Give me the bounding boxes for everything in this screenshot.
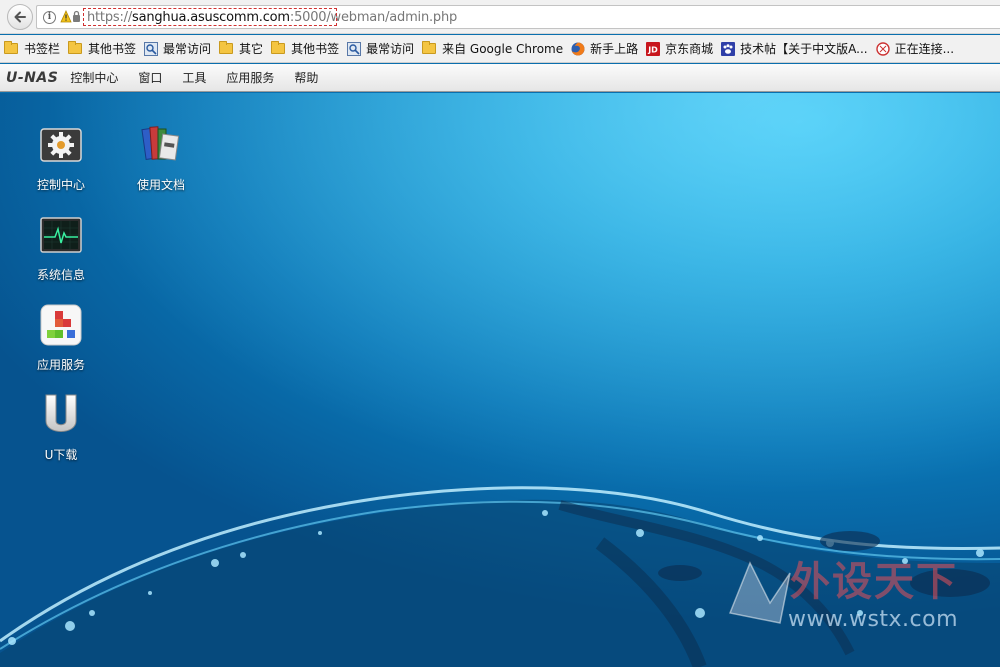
bookmark-label: 正在连接... bbox=[894, 42, 955, 56]
desktop-icon-system-info[interactable]: 系统信息 bbox=[21, 213, 101, 283]
menu-app-service[interactable]: 应用服务 bbox=[226, 69, 274, 86]
activity-monitor-icon bbox=[40, 217, 82, 253]
bookmark-label: 新手上路 bbox=[590, 42, 639, 56]
desktop-icon-control-center[interactable]: 控制中心 bbox=[21, 123, 101, 193]
site-info-icon[interactable]: i bbox=[43, 11, 56, 24]
menu-window[interactable]: 窗口 bbox=[138, 69, 162, 86]
menu-control-center[interactable]: 控制中心 bbox=[70, 69, 118, 86]
bookmark-item[interactable]: 其他书签 bbox=[271, 40, 339, 57]
back-arrow-icon bbox=[14, 11, 26, 23]
bookmark-label: 最常访问 bbox=[163, 42, 212, 56]
bookmark-label: 来自 Google Chrome bbox=[442, 42, 564, 56]
app-logo: U-NAS bbox=[6, 69, 59, 86]
bookmark-item[interactable]: 最常访问 bbox=[347, 40, 414, 57]
bookmark-item[interactable]: 其它 bbox=[219, 40, 263, 57]
desktop-icon-label: 系统信息 bbox=[36, 268, 85, 282]
svg-text:JD: JD bbox=[647, 45, 658, 54]
gear-icon bbox=[40, 128, 82, 162]
bookmarks-bar: 书签栏 其他书签 最常访问 其它 其他书签 最常访问 来自 Google Chr… bbox=[0, 35, 1000, 63]
bookmark-item[interactable]: JD 京东商城 bbox=[646, 40, 713, 57]
url-annotation-box bbox=[83, 8, 337, 26]
desktop-icon-app-service[interactable]: 应用服务 bbox=[21, 303, 101, 373]
bookmark-label: 技术帖【关于中文版A... bbox=[740, 42, 868, 56]
browser-toolbar: i https://sanghua.asuscomm.com:5000/webm… bbox=[0, 0, 1000, 34]
watermark-title: 外设天下 bbox=[790, 559, 958, 605]
most-visited-icon bbox=[144, 41, 159, 56]
bookmark-label: 其它 bbox=[239, 42, 264, 56]
bookmark-item[interactable]: 技术帖【关于中文版A... bbox=[721, 40, 868, 57]
books-icon bbox=[141, 126, 180, 161]
folder-icon bbox=[271, 41, 286, 54]
bookmark-item[interactable]: 新手上路 bbox=[571, 40, 638, 57]
bookmark-label: 其他书签 bbox=[88, 42, 137, 56]
jd-icon: JD bbox=[646, 41, 661, 56]
menu-tools[interactable]: 工具 bbox=[182, 69, 206, 86]
app-menubar: U-NAS 控制中心 窗口 工具 应用服务 帮助 bbox=[0, 64, 1000, 92]
back-button[interactable] bbox=[7, 4, 33, 30]
watermark-site: www.wstx.com bbox=[788, 607, 959, 632]
bookmark-label: 最常访问 bbox=[366, 42, 415, 56]
bookmark-item[interactable]: 来自 Google Chrome bbox=[422, 40, 563, 57]
desktop-icon-docs[interactable]: 使用文档 bbox=[121, 123, 201, 193]
bookmark-item[interactable]: 书签栏 bbox=[4, 40, 60, 57]
bookmark-item[interactable]: 正在连接... bbox=[875, 40, 955, 57]
loading-icon bbox=[875, 41, 890, 56]
menu-help[interactable]: 帮助 bbox=[294, 69, 318, 86]
address-bar[interactable]: i https://sanghua.asuscomm.com:5000/webm… bbox=[36, 5, 1000, 29]
app-blocks-icon bbox=[40, 304, 82, 346]
desktop-icon-label: 使用文档 bbox=[136, 178, 185, 192]
u-download-icon bbox=[45, 394, 77, 432]
insecure-lock-warning-icon[interactable] bbox=[60, 9, 82, 25]
folder-icon bbox=[422, 41, 437, 54]
firefox-icon bbox=[571, 42, 585, 55]
most-visited-icon bbox=[347, 41, 362, 56]
folder-icon bbox=[68, 41, 83, 54]
desktop[interactable]: 控制中心 使用文档 系统信息 应用服务 U下载 外设天下 www.wstx.co… bbox=[0, 93, 1000, 667]
desktop-icon-u-download[interactable]: U下载 bbox=[21, 393, 101, 463]
desktop-icon-label: U下载 bbox=[44, 448, 78, 462]
desktop-icon-label: 控制中心 bbox=[36, 178, 85, 192]
bookmark-item[interactable]: 最常访问 bbox=[144, 40, 211, 57]
bookmark-label: 京东商城 bbox=[665, 42, 714, 56]
paw-icon bbox=[721, 41, 736, 56]
folder-icon bbox=[4, 41, 18, 54]
bookmark-item[interactable]: 其他书签 bbox=[68, 40, 136, 57]
desktop-icon-label: 应用服务 bbox=[36, 358, 85, 372]
bookmark-label: 其他书签 bbox=[291, 42, 340, 56]
folder-icon bbox=[219, 41, 234, 54]
bookmark-label: 书签栏 bbox=[24, 42, 61, 56]
